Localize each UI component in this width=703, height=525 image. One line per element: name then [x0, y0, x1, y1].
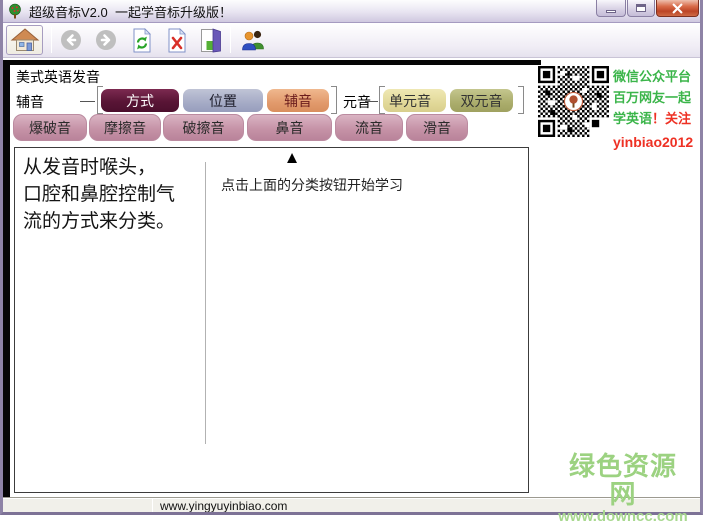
section-title: 美式英语发音	[16, 67, 100, 87]
up-arrow-icon: ▲	[270, 148, 314, 168]
back-button[interactable]	[60, 29, 82, 51]
close-button[interactable]	[656, 0, 699, 17]
affricate-button[interactable]: 破擦音	[163, 114, 244, 141]
window-title: 超级音标V2.0 一起学音标升级版！	[29, 2, 232, 21]
monophthong-button[interactable]: 单元音	[383, 89, 446, 112]
fricative-button[interactable]: 摩擦音	[89, 114, 161, 141]
description-line: 口腔和鼻腔控制气	[23, 181, 175, 208]
maximize-icon	[636, 4, 646, 12]
home-button[interactable]	[6, 25, 43, 55]
wechat-caption: 微信公众平台 百万网友一起 学英语！关注 yinbiao2012	[613, 66, 699, 153]
hint-text: 点击上面的分类按钮开始学习	[221, 175, 403, 195]
vowel-group-label: 元音	[343, 92, 371, 112]
app-tree-icon	[7, 3, 23, 19]
site-watermark: 绿色资源网 www.downcc.com	[556, 452, 690, 525]
wechat-id: yinbiao2012	[613, 132, 699, 153]
connector-line	[365, 101, 378, 102]
refresh-button[interactable]	[132, 28, 152, 53]
lesson-content-box: 从发音时喉头， 口腔和鼻腔控制气 流的方式来分类。 ▲ 点击上面的分类按钮开始学…	[14, 147, 529, 493]
glide-button[interactable]: 滑音	[406, 114, 468, 141]
exit-door-icon	[200, 28, 222, 53]
nasal-button[interactable]: 鼻音	[247, 114, 332, 141]
connector-line	[80, 101, 95, 102]
minimize-icon	[606, 10, 616, 13]
group-bracket-close	[331, 86, 337, 114]
stop-button[interactable]	[167, 28, 187, 53]
forward-arrow-icon	[95, 29, 117, 51]
caption-line: 百万网友一起	[613, 87, 699, 108]
status-bar-separator	[152, 499, 153, 512]
qr-code	[538, 65, 609, 138]
consonant-button[interactable]: 辅音	[267, 89, 329, 112]
home-icon	[10, 27, 40, 53]
close-icon	[672, 3, 683, 14]
title-bar: 超级音标V2.0 一起学音标升级版！	[0, 0, 703, 23]
group-bracket-close	[518, 86, 524, 114]
users-button[interactable]	[239, 28, 267, 52]
stop-page-icon	[167, 28, 187, 53]
exit-button[interactable]	[200, 28, 222, 53]
description-line: 流的方式来分类。	[23, 208, 175, 235]
toolbar	[0, 23, 703, 58]
toolbar-separator	[51, 27, 52, 53]
category-description: 从发音时喉头， 口腔和鼻腔控制气 流的方式来分类。	[23, 154, 175, 235]
status-url: www.yingyuyinbiao.com	[160, 499, 287, 513]
window-controls	[596, 0, 699, 17]
minimize-button[interactable]	[596, 0, 626, 17]
toolbar-separator	[230, 27, 231, 53]
vertical-divider	[205, 162, 206, 444]
plosive-button[interactable]: 爆破音	[13, 114, 87, 141]
description-line: 从发音时喉头，	[23, 154, 175, 181]
content-frame-left-bar	[3, 60, 10, 497]
caption-line: 学英语！关注	[613, 108, 699, 129]
liquid-button[interactable]: 流音	[335, 114, 403, 141]
consonant-group-label: 辅音	[16, 92, 44, 112]
content-frame-top-bar	[3, 60, 541, 65]
users-icon	[239, 28, 267, 52]
maximize-button[interactable]	[627, 0, 655, 17]
watermark-name: 绿色资源网	[556, 452, 690, 508]
forward-button[interactable]	[95, 29, 117, 51]
position-button[interactable]: 位置	[183, 89, 263, 112]
refresh-page-icon	[132, 28, 152, 53]
back-arrow-icon	[60, 29, 82, 51]
diphthong-button[interactable]: 双元音	[450, 89, 513, 112]
caption-line: 微信公众平台	[613, 66, 699, 87]
watermark-url: www.downcc.com	[556, 508, 690, 525]
method-button[interactable]: 方式	[101, 89, 179, 112]
